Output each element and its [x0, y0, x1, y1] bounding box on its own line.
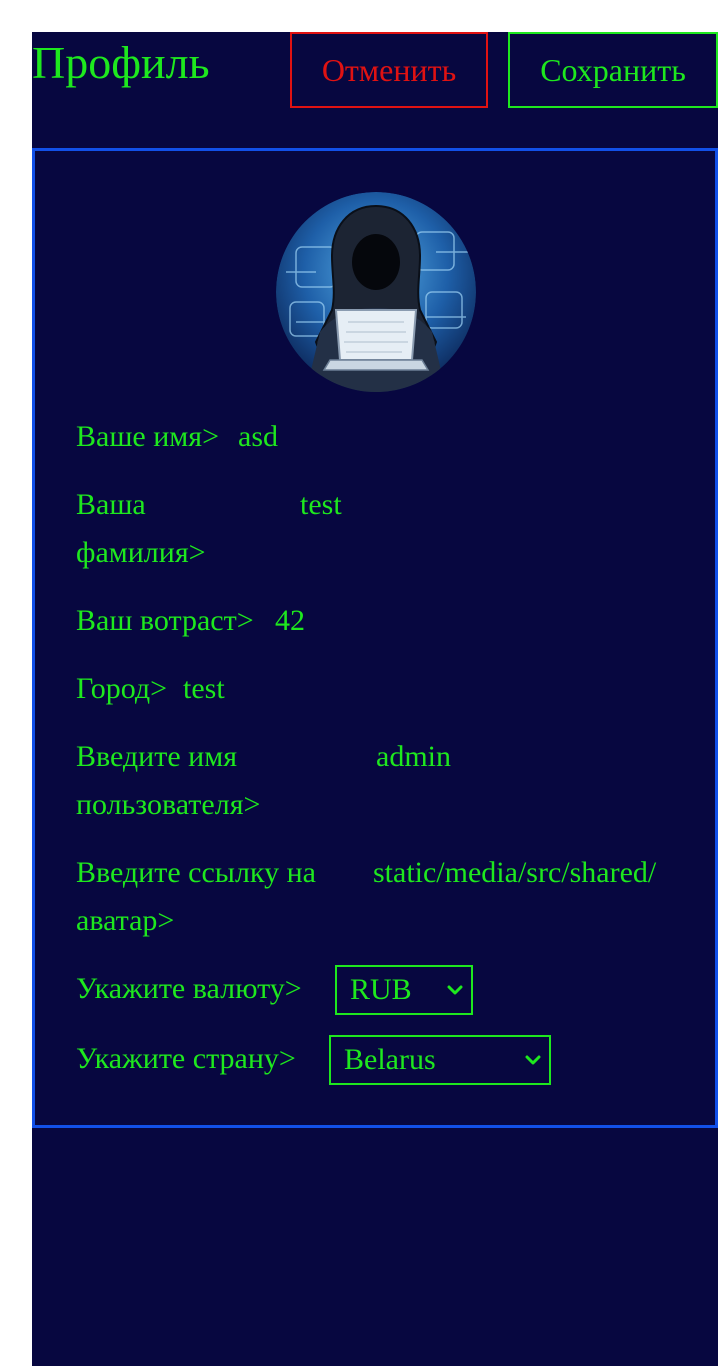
currency-selected-value: RUB [350, 973, 412, 1006]
avatar-link-label-line2: аватар> [76, 904, 175, 937]
city-input[interactable]: test [183, 665, 663, 713]
chevron-down-icon [525, 1055, 541, 1065]
last-name-label-line2: фамилия> [76, 536, 206, 569]
age-input[interactable]: 42 [275, 597, 675, 645]
age-field: Ваш вотраст> 42 [76, 597, 686, 645]
currency-field: Укажите валюту> RUB [76, 965, 686, 1015]
username-field: Введите имя пользователя> admin [76, 733, 686, 829]
last-name-label-line1: Ваша [76, 488, 146, 521]
country-select[interactable]: Belarus [329, 1035, 551, 1085]
currency-label: Укажите валюту> [76, 972, 302, 1005]
country-label: Укажите страну> [76, 1042, 296, 1075]
last-name-field: Ваша фамилия> test [76, 481, 686, 577]
profile-card: Ваше имя> asd Ваша фамилия> test Ваш вот… [32, 148, 718, 1128]
chevron-down-icon [447, 985, 463, 995]
age-label: Ваш вотраст> [76, 604, 254, 637]
avatar-link-input[interactable]: static/media/src/shared/ [373, 849, 674, 897]
city-label: Город> [76, 672, 168, 705]
last-name-input[interactable]: test [300, 481, 680, 529]
username-label-line2: пользователя> [76, 788, 261, 821]
avatar-link-label-line1: Введите ссылку на [76, 856, 316, 889]
save-button[interactable]: Сохранить [508, 32, 718, 108]
profile-page: Профиль Отменить Сохранить Ваше имя> asd… [32, 32, 718, 1366]
cancel-button[interactable]: Отменить [290, 32, 488, 108]
avatar-link-field: Введите ссылку на аватар> static/media/s… [76, 849, 676, 945]
first-name-label: Ваше имя> [76, 420, 219, 453]
username-input[interactable]: admin [376, 733, 676, 781]
hooded-hacker-avatar-icon [276, 192, 476, 392]
avatar [276, 192, 476, 392]
first-name-input[interactable]: asd [238, 413, 658, 461]
country-selected-value: Belarus [344, 1043, 436, 1076]
city-field: Город> test [76, 665, 686, 713]
username-label-line1: Введите имя [76, 740, 238, 773]
page-title: Профиль [32, 37, 210, 88]
first-name-field: Ваше имя> asd [76, 413, 686, 461]
country-field: Укажите страну> Belarus [76, 1035, 686, 1085]
currency-select[interactable]: RUB [335, 965, 473, 1015]
